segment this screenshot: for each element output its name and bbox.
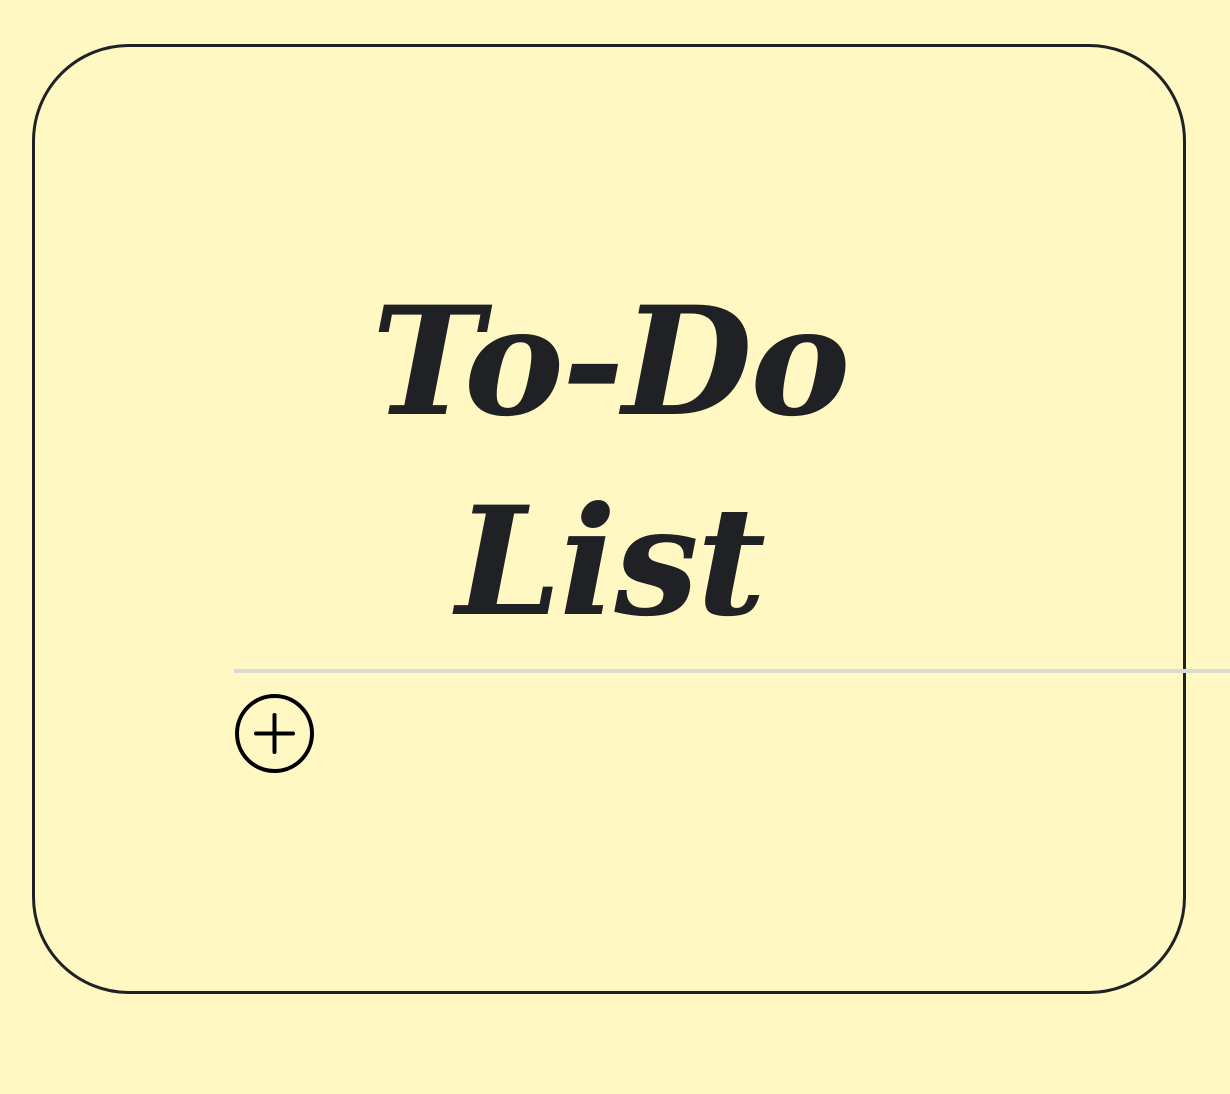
plus-circle-icon <box>234 693 315 774</box>
page-title: To-Do List <box>371 274 851 650</box>
title-divider <box>234 669 1230 673</box>
add-task-button[interactable] <box>234 693 315 774</box>
